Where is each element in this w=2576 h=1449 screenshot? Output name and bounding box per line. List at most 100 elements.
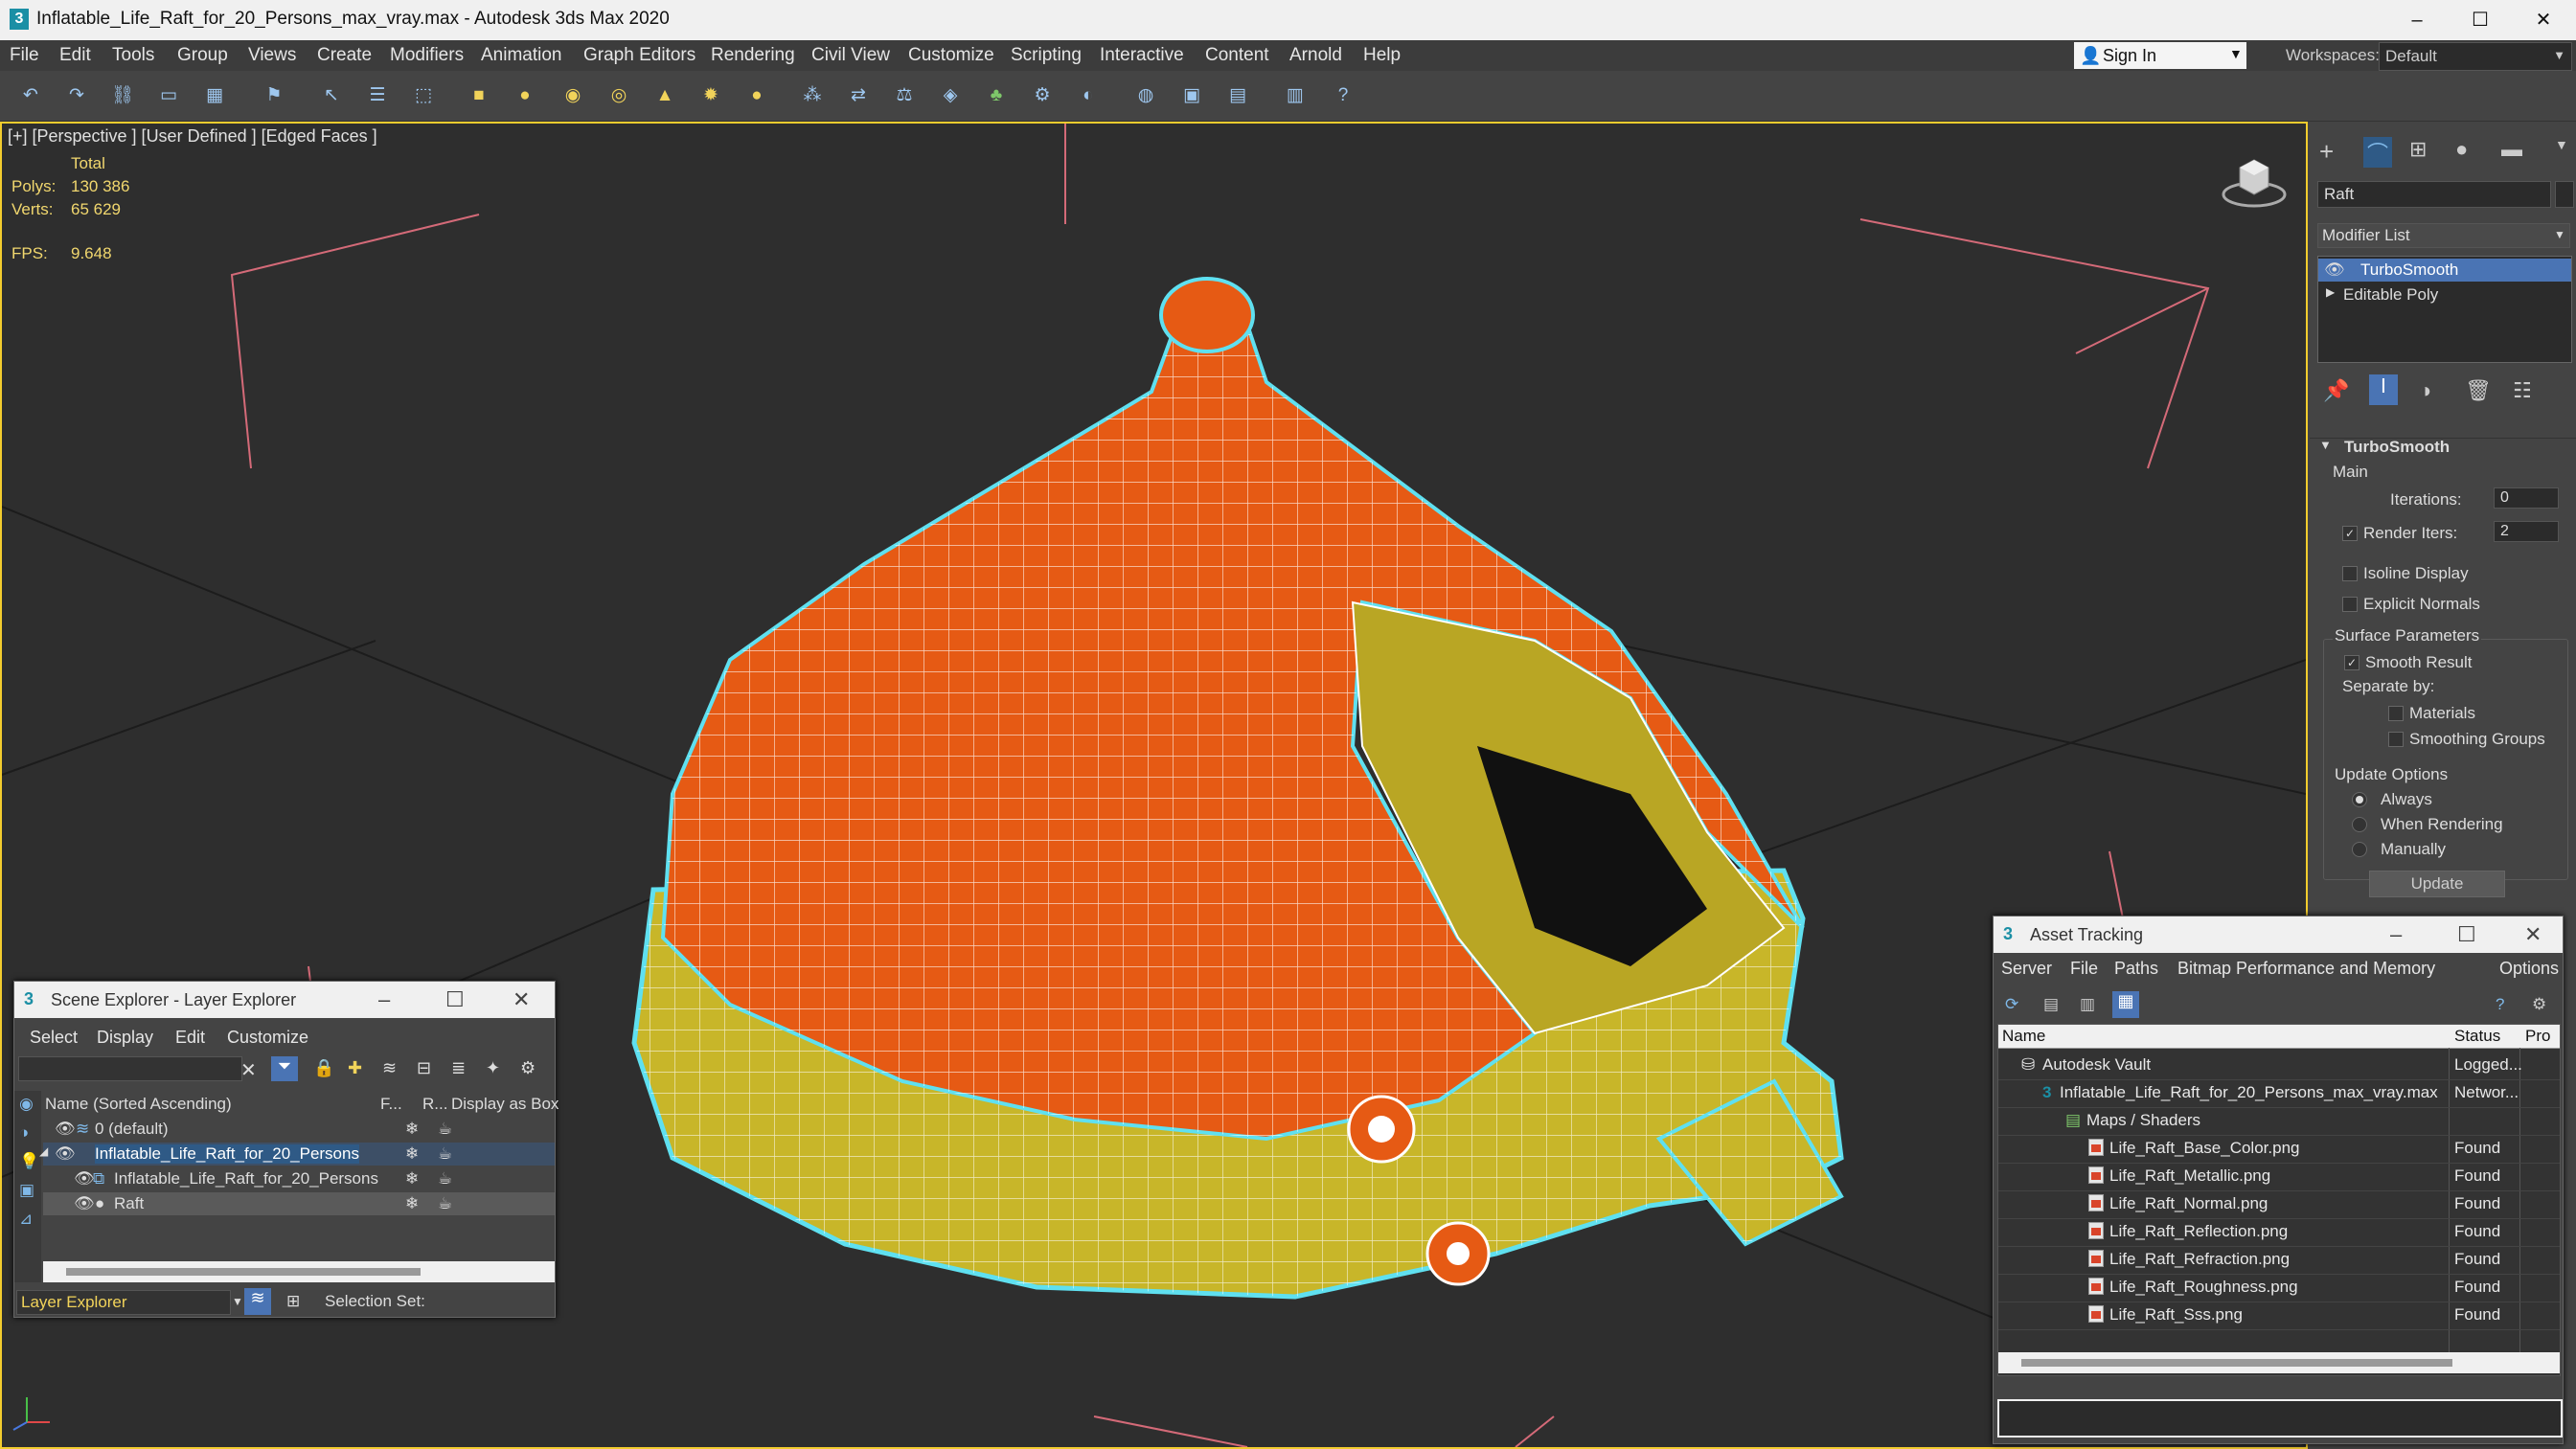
rendered-frame-icon[interactable]: ▣	[1180, 84, 1203, 107]
selection-set-icon[interactable]: ⊞	[286, 1292, 300, 1311]
cone-icon[interactable]: ▲	[653, 84, 676, 107]
motion-tab-icon[interactable]: ●	[2455, 137, 2468, 162]
scrollbar-thumb[interactable]	[66, 1268, 421, 1276]
tree-view-icon[interactable]: ▦	[2112, 991, 2139, 1018]
align-icon[interactable]: ⚖	[893, 84, 916, 107]
column-proxy[interactable]: Pro	[2525, 1027, 2550, 1046]
close-button[interactable]: ✕	[2512, 0, 2575, 40]
highlight-icon[interactable]: ✦	[486, 1058, 500, 1078]
layer-manager-icon[interactable]: ◈	[939, 84, 962, 107]
search-input[interactable]	[18, 1056, 242, 1081]
menu-edit[interactable]: Edit	[59, 45, 91, 66]
redo-icon[interactable]: ↷	[65, 84, 88, 107]
menu-group[interactable]: Group	[177, 45, 228, 66]
always-radio[interactable]	[2352, 792, 2367, 807]
update-button[interactable]: Update	[2369, 871, 2505, 897]
menu-file[interactable]: File	[2070, 959, 2098, 979]
scrollbar-thumb[interactable]	[2021, 1359, 2452, 1367]
eye-icon[interactable]: 👁	[74, 1169, 95, 1189]
table-row[interactable]: Life_Raft_Normal.png Found	[1998, 1190, 2560, 1219]
undo-icon[interactable]: ↶	[19, 84, 42, 107]
column-render[interactable]: R...	[422, 1095, 447, 1114]
settings-icon[interactable]: ⚙	[2532, 995, 2546, 1014]
close-icon[interactable]: ✕	[513, 987, 530, 1012]
light-icon[interactable]: 💡	[19, 1152, 39, 1171]
menu-server[interactable]: Server	[2001, 959, 2052, 979]
maximize-button[interactable]: ☐	[2449, 0, 2512, 40]
explicit-normals-checkbox[interactable]	[2342, 597, 2358, 612]
render-setup-icon[interactable]: ◍	[1134, 84, 1157, 107]
table-row[interactable]: ▤ Maps / Shaders	[1998, 1107, 2560, 1136]
hierarchy-icon[interactable]: ⊟	[417, 1058, 431, 1078]
teapot-icon[interactable]: ●	[745, 84, 768, 107]
raft-model[interactable]	[631, 277, 1844, 1300]
smooth-result-checkbox[interactable]: ✓	[2344, 655, 2359, 670]
settings-icon[interactable]: ⚙	[520, 1058, 536, 1078]
menu-modifiers[interactable]: Modifiers	[390, 45, 464, 66]
teapot-icon[interactable]: ☕	[438, 1169, 452, 1189]
object-color-swatch[interactable]	[2555, 181, 2574, 208]
snap-icon[interactable]: ⁂	[801, 84, 824, 107]
bind-spacewarp-icon[interactable]: ▦	[203, 84, 226, 107]
table-row[interactable]: ⛁ Autodesk Vault Logged...	[1998, 1052, 2560, 1080]
list-view-icon[interactable]: ▤	[2043, 995, 2059, 1014]
menu-content[interactable]: Content	[1205, 45, 1269, 66]
detail-view-icon[interactable]: ▥	[2080, 995, 2095, 1014]
collapse-arrow-icon[interactable]: ◢	[39, 1144, 48, 1158]
stack-item-turbosmooth[interactable]: 👁 TurboSmooth	[2318, 259, 2571, 282]
filter-icon[interactable]: ⏷	[271, 1056, 298, 1081]
freeze-icon[interactable]: ❄	[405, 1120, 419, 1139]
mirror-icon[interactable]: ⇄	[847, 84, 870, 107]
tree-row[interactable]: 👁 ⧉ Inflatable_Life_Raft_for_20_Persons …	[43, 1167, 555, 1190]
column-name[interactable]: Name (Sorted Ascending)	[45, 1095, 232, 1114]
make-unique-icon[interactable]: ◑	[2419, 378, 2431, 403]
collapse-arrow-icon[interactable]: ▼	[2319, 438, 2332, 452]
tree-row[interactable]: 👁 ≋ 0 (default) ❄ ☕	[43, 1118, 555, 1141]
column-name[interactable]: Name	[2002, 1027, 2045, 1046]
eye-icon[interactable]: 👁	[55, 1144, 76, 1164]
refresh-icon[interactable]: ⟳	[2005, 995, 2018, 1014]
clear-search-icon[interactable]: ✕	[240, 1058, 257, 1082]
table-row[interactable]: Life_Raft_Sss.png Found	[1998, 1302, 2560, 1330]
tree-row[interactable]: ◢ 👁 Inflatable_Life_Raft_for_20_Persons …	[39, 1143, 555, 1166]
horizontal-scrollbar[interactable]	[1998, 1352, 2560, 1373]
menu-arnold[interactable]: Arnold	[1289, 45, 1342, 66]
tree-row[interactable]: 👁 ● Raft ❄ ☕	[43, 1192, 555, 1215]
stack-item-editable-poly[interactable]: ▶ Editable Poly	[2318, 283, 2571, 306]
maximize-icon[interactable]: ☐	[2457, 922, 2476, 947]
menu-file[interactable]: File	[10, 45, 39, 66]
help-icon[interactable]: ?	[1332, 84, 1355, 107]
helper-icon[interactable]: ⊿	[19, 1210, 33, 1229]
chevron-down-icon[interactable]: ▼	[2555, 137, 2568, 152]
rectangular-selection-icon[interactable]: ⬚	[412, 84, 435, 107]
camera-icon[interactable]: ▣	[19, 1181, 34, 1200]
table-row[interactable]: Life_Raft_Roughness.png Found	[1998, 1274, 2560, 1302]
object-name-field[interactable]: Raft	[2317, 181, 2551, 208]
eye-icon[interactable]: 👁	[55, 1120, 76, 1139]
expand-arrow-icon[interactable]: ▶	[2326, 285, 2335, 299]
freeze-icon[interactable]: ❄	[405, 1144, 419, 1164]
schematic-view-icon[interactable]: ⚙	[1031, 84, 1054, 107]
table-row[interactable]: Life_Raft_Metallic.png Found	[1998, 1163, 2560, 1191]
render-production-icon[interactable]: ▤	[1226, 84, 1249, 107]
column-status[interactable]: Status	[2454, 1027, 2500, 1046]
material-editor-icon[interactable]: ◐	[1077, 84, 1100, 107]
menu-display[interactable]: Display	[97, 1028, 153, 1048]
horizontal-scrollbar[interactable]	[43, 1261, 555, 1282]
pin-stack-icon[interactable]: 📌	[2323, 378, 2349, 403]
rollout-title[interactable]: TurboSmooth	[2344, 438, 2450, 457]
sphere-icon[interactable]: ●	[513, 84, 536, 107]
menu-customize[interactable]: Customize	[908, 45, 994, 66]
display-tab-icon[interactable]: ▬	[2501, 137, 2522, 162]
select-by-name-icon[interactable]: ☰	[366, 84, 389, 107]
menu-graph-editors[interactable]: Graph Editors	[583, 45, 695, 66]
sign-in-dropdown[interactable]: 👤 Sign In ▼	[2074, 42, 2246, 69]
menu-bitmap-performance[interactable]: Bitmap Performance and Memory	[2177, 959, 2435, 979]
remove-modifier-icon[interactable]: 🗑	[2465, 378, 2492, 403]
smoothing-groups-checkbox[interactable]	[2388, 732, 2404, 747]
menu-scripting[interactable]: Scripting	[1011, 45, 1082, 66]
menu-customize[interactable]: Customize	[227, 1028, 308, 1048]
table-row[interactable]: 3 Inflatable_Life_Raft_for_20_Persons_ma…	[1998, 1079, 2560, 1108]
geometry-icon[interactable]: ◑	[19, 1123, 29, 1143]
teapot-icon[interactable]: ☕	[438, 1194, 452, 1213]
